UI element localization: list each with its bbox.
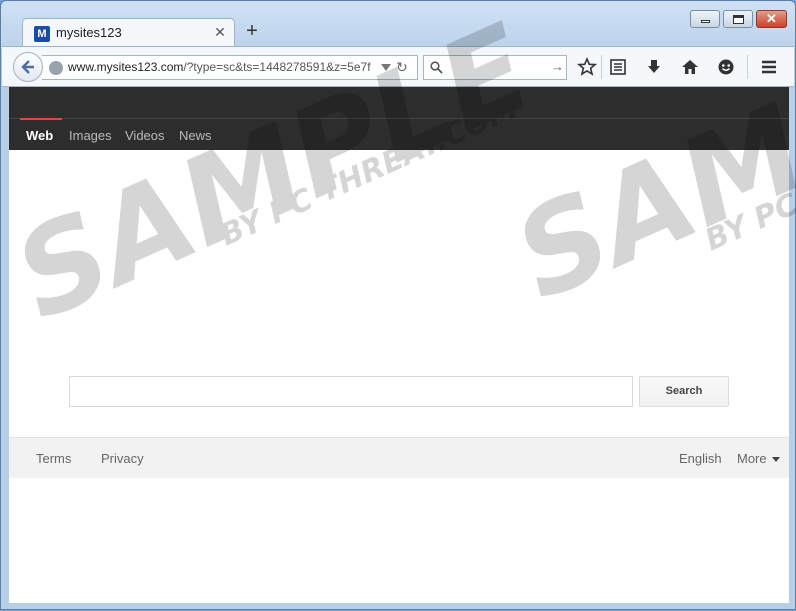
reload-icon[interactable]: ↻ — [396, 59, 408, 76]
browser-search-bar[interactable]: → — [423, 55, 567, 80]
window-close-button[interactable]: ✕ — [756, 10, 787, 28]
minimize-button[interactable] — [690, 10, 720, 28]
terms-link[interactable]: Terms — [36, 451, 71, 466]
tab-title: mysites123 — [56, 25, 122, 40]
search-input[interactable] — [69, 376, 633, 407]
search-button[interactable]: Search — [639, 376, 729, 407]
toolbar-separator — [601, 55, 602, 79]
close-icon: ✕ — [766, 11, 777, 26]
url-bar[interactable]: www.mysites123.com/?type=sc&ts=144827859… — [42, 55, 418, 80]
language-link[interactable]: English — [679, 451, 722, 466]
privacy-link[interactable]: Privacy — [101, 451, 144, 466]
footer: Terms Privacy English More — [9, 437, 789, 478]
url-host: www.mysites123.com — [68, 60, 184, 74]
chevron-down-icon — [771, 457, 780, 463]
header-strip — [9, 87, 789, 118]
download-icon[interactable] — [644, 57, 664, 77]
go-arrow-icon[interactable]: → — [551, 59, 564, 74]
hamburger-menu-icon[interactable] — [759, 57, 779, 77]
maximize-icon — [724, 11, 752, 27]
back-arrow-icon — [21, 60, 34, 74]
search-icon — [430, 61, 443, 74]
toolbar-separator — [747, 55, 748, 79]
reading-list-icon[interactable] — [608, 57, 628, 77]
browser-window: ✕ M mysites123 ✕ + www.mysites123.com/?t… — [0, 0, 796, 610]
minimize-icon — [691, 11, 719, 27]
more-menu[interactable]: More — [737, 451, 780, 466]
back-button[interactable] — [13, 52, 43, 82]
tab-close-icon[interactable]: ✕ — [212, 23, 228, 41]
menu-item-news[interactable]: News — [179, 128, 212, 143]
chat-icon[interactable] — [716, 57, 736, 77]
url-history-dropdown-icon[interactable] — [381, 64, 391, 71]
home-icon[interactable] — [680, 57, 700, 77]
active-tab-indicator — [20, 118, 62, 120]
menu-item-web[interactable]: Web — [26, 128, 53, 143]
browser-tab[interactable]: M mysites123 ✕ — [22, 18, 235, 47]
globe-icon — [49, 61, 63, 75]
new-tab-button[interactable]: + — [243, 21, 261, 41]
more-label: More — [737, 451, 767, 466]
page-content: Web Images Videos News Search Terms Priv… — [9, 87, 789, 603]
bookmark-star-icon[interactable] — [577, 57, 597, 77]
navigation-toolbar: www.mysites123.com/?type=sc&ts=144827859… — [2, 46, 794, 87]
search-category-menu: Web Images Videos News — [9, 118, 789, 150]
url-path: /?type=sc&ts=1448278591&z=5e7f — [183, 60, 371, 74]
site-favicon-icon: M — [34, 26, 50, 42]
menu-item-videos[interactable]: Videos — [125, 128, 165, 143]
maximize-button[interactable] — [723, 10, 753, 28]
url-text: www.mysites123.com/?type=sc&ts=144827859… — [68, 60, 371, 74]
menu-item-images[interactable]: Images — [69, 128, 112, 143]
